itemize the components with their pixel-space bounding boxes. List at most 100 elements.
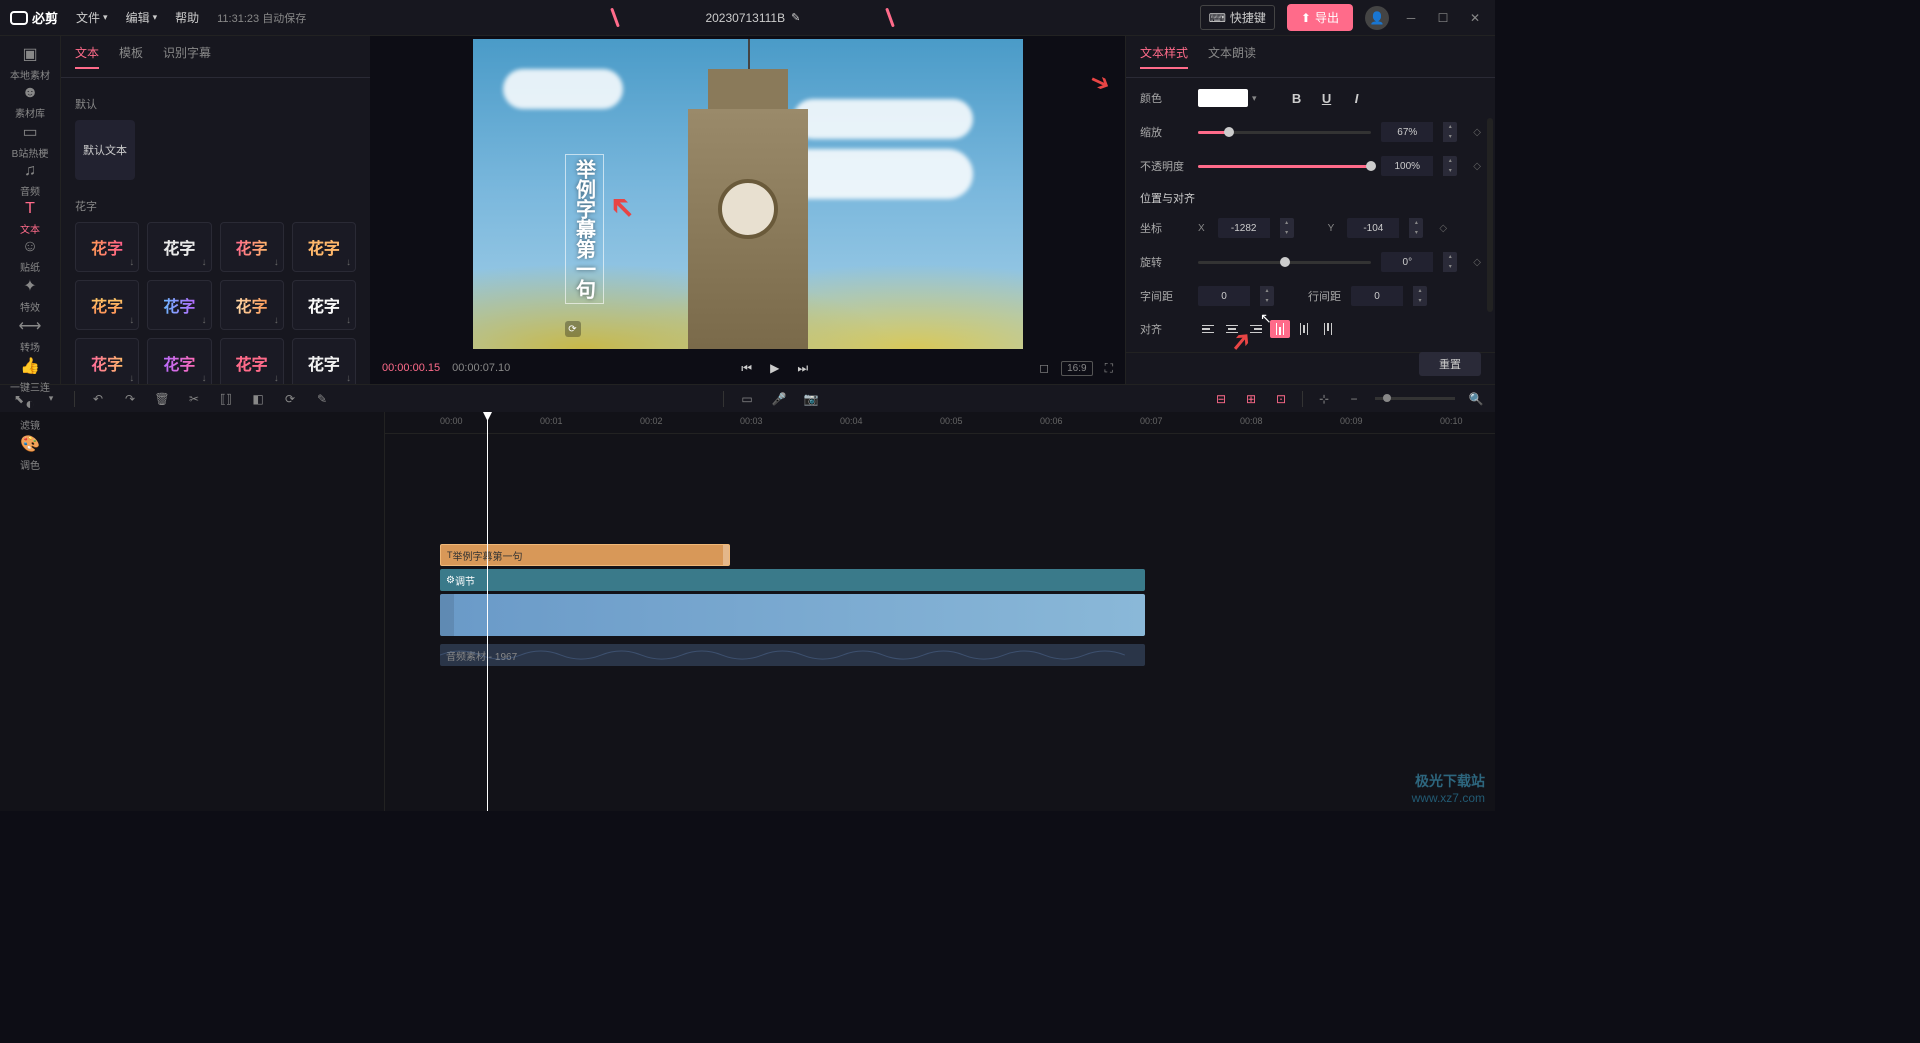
menu-file[interactable]: 文件▾ — [76, 9, 108, 26]
huazi-preset[interactable]: 花字↓ — [292, 280, 356, 330]
align-right-button[interactable] — [1246, 320, 1266, 338]
huazi-preset[interactable]: 花字↓ — [75, 222, 139, 272]
rotate-button[interactable]: ⟳ — [281, 392, 299, 406]
aspect-ratio-selector[interactable]: 16:9 — [1061, 361, 1092, 376]
keyframe-icon[interactable]: ◇ — [1473, 127, 1481, 138]
keyframe-icon[interactable]: ◇ — [1439, 223, 1447, 234]
rotate-slider[interactable] — [1198, 261, 1371, 264]
sidebar-item-sanlian[interactable]: 👍一键三连 — [5, 356, 55, 394]
text-overlay[interactable]: 举例字幕第一句 — [565, 154, 604, 304]
huazi-preset[interactable]: 花字↓ — [292, 338, 356, 384]
huazi-preset[interactable]: 花字↓ — [147, 338, 211, 384]
timeline-main[interactable]: 00:0000:0100:0200:0300:0400:0500:0600:07… — [385, 412, 1495, 811]
scale-slider[interactable] — [1198, 131, 1371, 134]
sidebar-item-library[interactable]: ☻素材库 — [5, 84, 55, 120]
x-input[interactable] — [1218, 218, 1270, 238]
playhead[interactable] — [487, 412, 488, 811]
huazi-preset[interactable]: 花字↓ — [292, 222, 356, 272]
default-text-preset[interactable]: 默认文本 — [75, 120, 135, 180]
opacity-slider[interactable] — [1198, 165, 1371, 168]
text-clip[interactable]: T 举例字幕第一句 — [440, 544, 730, 566]
huazi-preset[interactable]: 花字↓ — [147, 280, 211, 330]
props-scrollbar[interactable] — [1487, 118, 1493, 312]
menu-edit[interactable]: 编辑▾ — [126, 9, 158, 26]
zoom-fit-button[interactable]: ⊹ — [1315, 392, 1333, 406]
scale-spinner[interactable]: ▴▾ — [1443, 122, 1457, 142]
maximize-button[interactable]: ☐ — [1433, 11, 1453, 25]
letter-spacing-input[interactable] — [1198, 286, 1250, 306]
y-input[interactable] — [1347, 218, 1399, 238]
adjust-clip[interactable]: ⚙ 调节 — [440, 569, 1145, 591]
sidebar-item-bilibili[interactable]: ▭B站热梗 — [5, 122, 55, 160]
huazi-preset[interactable]: 花字↓ — [220, 280, 284, 330]
underline-button[interactable]: U — [1317, 88, 1337, 108]
preview-viewport[interactable]: 举例字幕第一句 ⟳ ➔ — [370, 36, 1125, 352]
italic-button[interactable]: I — [1347, 88, 1367, 108]
line-spacing-input[interactable] — [1351, 286, 1403, 306]
project-title[interactable]: 20230713111B ✎ — [705, 11, 800, 25]
timeline-ruler[interactable]: 00:0000:0100:0200:0300:0400:0500:0600:07… — [385, 412, 1495, 434]
align-vertical-top-button[interactable] — [1270, 320, 1290, 338]
mic-button[interactable]: 🎤 — [770, 392, 788, 406]
huazi-preset[interactable]: 花字↓ — [220, 338, 284, 384]
shortcut-button[interactable]: ⌨ 快捷键 — [1200, 5, 1275, 30]
sidebar-item-sticker[interactable]: ☺贴纸 — [5, 238, 55, 274]
prev-frame-button[interactable]: ⏮ — [741, 361, 752, 376]
align-vertical-bottom-button[interactable] — [1318, 320, 1338, 338]
huazi-preset[interactable]: 花字↓ — [75, 280, 139, 330]
redo-button[interactable]: ↷ — [121, 392, 139, 406]
tab-subtitle[interactable]: 识别字幕 — [163, 44, 211, 69]
edit-icon[interactable]: ✎ — [791, 11, 800, 24]
sidebar-item-text[interactable]: T文本 — [5, 200, 55, 236]
adjust-button[interactable]: ✎ — [313, 392, 331, 406]
chevron-down-icon[interactable]: ▾ — [42, 393, 60, 404]
zoom-in-button[interactable]: 🔍 — [1467, 392, 1485, 406]
sidebar-item-audio[interactable]: ♫音频 — [5, 162, 55, 198]
keyframe-icon[interactable]: ◇ — [1473, 161, 1481, 172]
clip-resize-handle[interactable] — [723, 545, 729, 565]
rotate-handle-icon[interactable]: ⟳ — [565, 321, 581, 337]
bold-button[interactable]: B — [1287, 88, 1307, 108]
crop-icon[interactable]: ◻ — [1039, 361, 1049, 375]
snap-button[interactable]: ⊟ — [1212, 392, 1230, 406]
record-button[interactable]: 📷 — [802, 392, 820, 406]
huazi-preset[interactable]: 花字↓ — [75, 338, 139, 384]
chevron-down-icon[interactable]: ▾ — [1252, 93, 1257, 104]
close-button[interactable]: ✕ — [1465, 11, 1485, 25]
menu-help[interactable]: 帮助 — [175, 9, 199, 26]
opacity-input[interactable] — [1381, 156, 1433, 176]
user-avatar[interactable]: 👤 — [1365, 6, 1389, 30]
sidebar-item-transition[interactable]: ⟷转场 — [5, 316, 55, 354]
y-spinner[interactable]: ▴▾ — [1409, 218, 1423, 238]
rotate-input[interactable] — [1381, 252, 1433, 272]
huazi-preset[interactable]: 花字↓ — [220, 222, 284, 272]
tab-template[interactable]: 模板 — [119, 44, 143, 69]
opacity-spinner[interactable]: ▴▾ — [1443, 156, 1457, 176]
rotate-spinner[interactable]: ▴▾ — [1443, 252, 1457, 272]
crop-button[interactable]: ⟦⟧ — [217, 392, 235, 406]
color-picker[interactable] — [1198, 89, 1248, 107]
sidebar-item-local[interactable]: ▣本地素材 — [5, 44, 55, 82]
letter-spacing-spinner[interactable]: ▴▾ — [1260, 286, 1274, 306]
tab-text[interactable]: 文本 — [75, 44, 99, 69]
zoom-out-button[interactable]: − — [1345, 392, 1363, 406]
huazi-preset[interactable]: 花字↓ — [147, 222, 211, 272]
tab-text-tts[interactable]: 文本朗读 — [1208, 44, 1256, 69]
undo-button[interactable]: ↶ — [89, 392, 107, 406]
delete-button[interactable]: 🗑 — [153, 392, 171, 406]
reset-button[interactable]: 重置 — [1419, 352, 1481, 376]
align-left-button[interactable] — [1198, 320, 1218, 338]
magnet-button[interactable]: ⊡ — [1272, 392, 1290, 406]
align-vertical-center-button[interactable] — [1294, 320, 1314, 338]
fullscreen-icon[interactable]: ⛶ — [1105, 361, 1113, 376]
video-clip[interactable] — [440, 594, 1145, 636]
tab-text-style[interactable]: 文本样式 — [1140, 44, 1188, 69]
sidebar-item-fx[interactable]: ✦特效 — [5, 276, 55, 314]
next-frame-button[interactable]: ⏭ — [797, 361, 808, 376]
scale-input[interactable] — [1381, 122, 1433, 142]
keyframe-icon[interactable]: ◇ — [1473, 257, 1481, 268]
link-button[interactable]: ⊞ — [1242, 392, 1260, 406]
line-spacing-spinner[interactable]: ▴▾ — [1413, 286, 1427, 306]
auto-subtitle-button[interactable]: ▭ — [738, 392, 756, 406]
mirror-button[interactable]: ◧ — [249, 392, 267, 406]
